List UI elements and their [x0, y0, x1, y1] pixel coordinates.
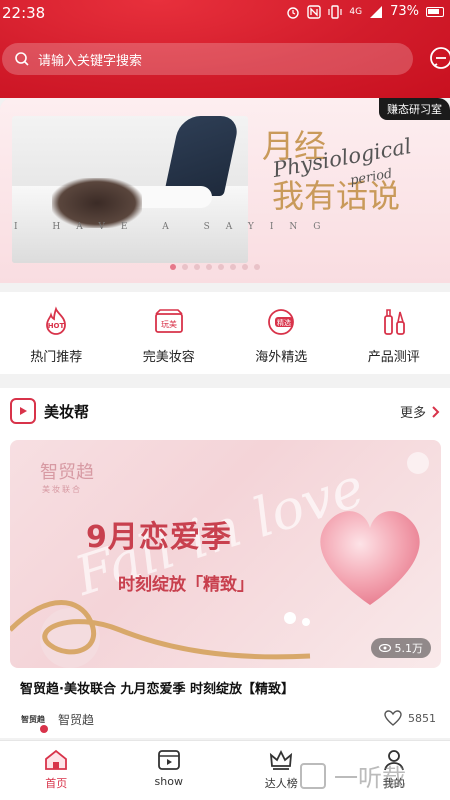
- carousel-dot: [182, 264, 188, 270]
- status-icons: 4G 73%: [286, 4, 444, 19]
- search-icon: [15, 52, 29, 66]
- tab-home[interactable]: 首页: [0, 741, 113, 800]
- section-header: 美妆帮: [10, 398, 89, 424]
- photo-hair: [52, 178, 142, 228]
- battery-percent: 73%: [390, 4, 419, 19]
- vibrate-icon: [328, 4, 342, 19]
- makeup-badge: 玩美: [161, 319, 177, 329]
- category-label: 热门推荐: [30, 350, 83, 365]
- author-name[interactable]: 智贸趋: [58, 711, 94, 728]
- crown-icon: [270, 749, 293, 770]
- network-label: 4G: [349, 6, 363, 17]
- signal-icon: [370, 5, 383, 18]
- category-row: HOT 热门推荐 玩美 完美妆容 精选 海外精选 产品测评: [0, 292, 450, 374]
- search-input[interactable]: 请输入关键字搜索: [2, 43, 413, 75]
- nfc-icon: [307, 4, 322, 19]
- heart-icon: [384, 710, 402, 726]
- play-icon[interactable]: [407, 452, 429, 474]
- author-row[interactable]: 智贸趋 智贸趋: [20, 708, 94, 733]
- video-brand: 智贸趋: [40, 462, 94, 483]
- view-count-badge: 5.1万: [370, 638, 431, 658]
- post-title[interactable]: 智贸趋·美妆联合 九月恋爱季 时刻绽放【精致】: [20, 678, 294, 697]
- review-icon: [383, 309, 405, 335]
- message-icon[interactable]: [428, 46, 450, 72]
- category-overseas[interactable]: 精选 海外精选: [225, 292, 338, 374]
- category-review[interactable]: 产品测评: [338, 292, 450, 374]
- overseas-badge: 精选: [277, 318, 291, 327]
- category-makeup[interactable]: 玩美 完美妆容: [113, 292, 226, 374]
- view-count: 5.1万: [394, 642, 424, 655]
- carousel-dot: [194, 264, 200, 270]
- category-label: 完美妆容: [142, 350, 195, 365]
- like-count: 5851: [408, 711, 436, 725]
- banner-tag: 赚态研习室: [379, 98, 450, 120]
- tab-label: show: [154, 775, 183, 788]
- tab-label: 达人榜: [264, 777, 298, 790]
- category-label: 产品测评: [367, 350, 420, 365]
- tab-show[interactable]: show: [113, 741, 226, 800]
- category-label: 海外精选: [255, 350, 308, 365]
- carousel-dot: [242, 264, 248, 270]
- carousel-dots: [170, 264, 260, 270]
- banner-carousel[interactable]: 赚态研习室 月经 我有话说: [0, 98, 450, 283]
- alarm-icon: [287, 6, 300, 19]
- search-placeholder: 请输入关键字搜索: [38, 53, 143, 69]
- status-bar: 22:38 4G 73%: [0, 0, 450, 28]
- header: 22:38 4G 73% 请输入关键字搜索: [0, 0, 450, 98]
- status-time: 22:38: [2, 4, 46, 22]
- carousel-dot: [206, 264, 212, 270]
- section-title: 美妆帮: [44, 402, 90, 421]
- avatar[interactable]: 智贸趋: [20, 708, 48, 733]
- carousel-dot: [230, 264, 236, 270]
- eye-icon: [378, 644, 391, 652]
- more-label: 更多: [399, 406, 426, 421]
- hot-icon: HOT: [46, 306, 67, 335]
- photo-legs: [163, 116, 241, 196]
- video-subline: 时刻绽放「精致」: [118, 575, 254, 595]
- like-button[interactable]: 5851: [384, 710, 436, 726]
- watermark-text: 一听载: [334, 764, 406, 792]
- chevron-right-icon: [432, 405, 440, 418]
- video-card[interactable]: Fall in love 智贸趋 美妆联合 9月恋爱季 时刻绽放「精致」 5.1…: [10, 440, 441, 668]
- battery-icon: [426, 6, 444, 17]
- banner-photo: [12, 116, 248, 263]
- overseas-icon: 精选: [268, 309, 295, 335]
- section-more-link[interactable]: 更多: [400, 402, 440, 421]
- video-icon: [157, 750, 180, 770]
- tab-label: 首页: [45, 777, 68, 790]
- video-headline: 9月恋爱季: [86, 520, 232, 555]
- section-logo-icon: [10, 398, 36, 424]
- makeup-icon: 玩美: [154, 309, 183, 333]
- watermark: 一听载: [300, 758, 406, 793]
- banner-caption: I HAVE A SAYING: [14, 222, 337, 232]
- carousel-dot: [170, 264, 176, 270]
- beauty-section: 美妆帮 更多 Fall in love 智贸趋 美妆联合 9月恋爱季 时刻绽放「…: [0, 388, 450, 738]
- category-hot[interactable]: HOT 热门推荐: [0, 292, 113, 374]
- watermark-logo-icon: [300, 762, 326, 789]
- video-brand-sub: 美妆联合: [42, 485, 82, 494]
- home-icon: [45, 749, 68, 770]
- hot-badge: HOT: [48, 322, 65, 330]
- carousel-dot: [218, 264, 224, 270]
- carousel-dot: [254, 264, 260, 270]
